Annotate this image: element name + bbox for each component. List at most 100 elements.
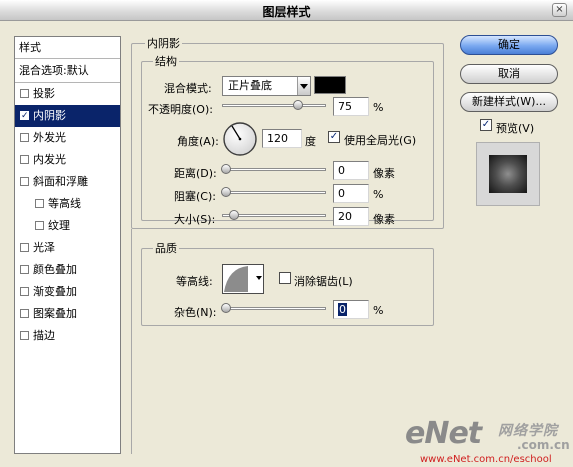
style-list-item-label: 图案叠加: [33, 307, 77, 320]
angle-input[interactable]: 120: [262, 129, 302, 148]
distance-input[interactable]: 0: [333, 161, 369, 180]
choke-input[interactable]: 0: [333, 184, 369, 203]
panel-left-border: [131, 229, 132, 454]
style-list-item-label: 颜色叠加: [33, 263, 77, 276]
watermark-dotcom: .com.cn: [517, 438, 570, 452]
style-list-item-label: 渐变叠加: [33, 285, 77, 298]
watermark-url: www.eNet.com.cn/eschool: [420, 454, 552, 465]
noise-slider-track: [222, 307, 326, 310]
choke-label: 阻塞(C):: [174, 190, 216, 203]
style-list-item[interactable]: 渐变叠加: [15, 281, 120, 303]
size-input[interactable]: 20: [333, 207, 369, 226]
style-list-item-label: 内发光: [33, 153, 66, 166]
anti-alias-checkbox[interactable]: [279, 272, 291, 284]
style-list-item[interactable]: 纹理: [15, 215, 120, 237]
style-list-item[interactable]: 内发光: [15, 149, 120, 171]
style-list-item[interactable]: 投影: [15, 83, 120, 105]
noise-slider[interactable]: [221, 302, 326, 314]
style-list-item-label: 内阴影: [33, 109, 66, 122]
angle-unit: 度: [305, 135, 316, 148]
choke-slider[interactable]: [221, 186, 326, 198]
blend-mode-select[interactable]: 正片叠底: [222, 76, 311, 96]
size-slider-thumb[interactable]: [228, 210, 239, 220]
style-list-item-checkbox[interactable]: [20, 331, 29, 340]
style-preview: [476, 142, 540, 206]
watermark-brand: eNet: [405, 416, 482, 451]
style-list-item-checkbox[interactable]: [20, 89, 29, 98]
ok-button[interactable]: 确定: [460, 35, 558, 55]
style-list-item[interactable]: 光泽: [15, 237, 120, 259]
noise-slider-thumb[interactable]: [221, 303, 231, 313]
noise-label: 杂色(N):: [174, 306, 217, 319]
opacity-slider[interactable]: [222, 99, 326, 111]
style-list-item-checkbox[interactable]: [20, 155, 29, 164]
size-slider[interactable]: [222, 209, 326, 221]
style-list-item[interactable]: ✓ 内阴影: [15, 105, 120, 127]
style-list-item-checkbox[interactable]: [20, 265, 29, 274]
cancel-button[interactable]: 取消: [460, 64, 558, 84]
distance-slider[interactable]: [221, 163, 326, 175]
style-list-item[interactable]: 图案叠加: [15, 303, 120, 325]
style-list-item-label: 斜面和浮雕: [33, 175, 88, 188]
style-list-item[interactable]: 等高线: [15, 193, 120, 215]
distance-slider-thumb[interactable]: [221, 164, 231, 174]
style-list-item-checkbox[interactable]: [20, 177, 29, 186]
anti-alias-label[interactable]: 消除锯齿(L): [294, 273, 353, 289]
global-light-label[interactable]: 使用全局光(G): [344, 132, 416, 148]
noise-unit: %: [373, 304, 384, 317]
style-list-item-checkbox[interactable]: [20, 287, 29, 296]
style-list-header[interactable]: 样式: [15, 37, 120, 59]
style-list-item-label: 外发光: [33, 131, 66, 144]
style-list-item-label: 光泽: [33, 241, 55, 254]
preview-label[interactable]: 预览(V): [496, 120, 534, 136]
style-list-item-checkbox[interactable]: [20, 243, 29, 252]
style-list-item-label: 描边: [33, 329, 55, 342]
style-list-item-checkbox[interactable]: [35, 221, 44, 230]
choke-unit: %: [373, 188, 384, 201]
opacity-input[interactable]: 75: [333, 97, 369, 116]
style-list-item[interactable]: 颜色叠加: [15, 259, 120, 281]
angle-label: 角度(A):: [177, 135, 219, 148]
contour-picker[interactable]: [222, 264, 264, 294]
noise-input[interactable]: 0: [333, 300, 369, 319]
enet-watermark: eNet 网络学院 .com.cn www.eNet.com.cn/eschoo…: [405, 414, 573, 467]
blend-options-label: 混合选项:默认: [19, 64, 89, 77]
shadow-color-swatch[interactable]: [314, 76, 346, 94]
blend-mode-value: 正片叠底: [228, 79, 272, 92]
contour-dropdown-arrow-icon: [256, 276, 262, 280]
opacity-unit: %: [373, 101, 384, 114]
chevron-down-icon: [297, 77, 310, 95]
style-list-item-checkbox[interactable]: ✓: [20, 111, 29, 121]
size-unit: 像素: [373, 213, 395, 226]
size-label: 大小(S):: [174, 213, 216, 226]
opacity-label: 不透明度(O):: [148, 103, 213, 116]
quality-title: 品质: [153, 240, 179, 256]
title-bar: 图层样式 ×: [0, 0, 573, 21]
style-list-item-checkbox[interactable]: [20, 133, 29, 142]
style-list-item-checkbox[interactable]: [35, 199, 44, 208]
style-list-item[interactable]: 外发光: [15, 127, 120, 149]
choke-slider-thumb[interactable]: [221, 187, 231, 197]
style-list-item-label: 纹理: [48, 219, 70, 232]
watermark-side-text: 网络学院: [498, 423, 558, 439]
noise-value-selected: 0: [338, 303, 347, 316]
choke-slider-track: [222, 191, 326, 194]
distance-slider-track: [222, 168, 326, 171]
style-list-item-checkbox[interactable]: [20, 309, 29, 318]
style-list-item[interactable]: 斜面和浮雕: [15, 171, 120, 193]
blend-options-default[interactable]: 混合选项:默认: [15, 59, 120, 83]
structure-title: 结构: [153, 53, 179, 69]
contour-label: 等高线:: [176, 275, 213, 288]
style-list-item-label: 等高线: [48, 197, 81, 210]
opacity-slider-track: [222, 104, 326, 107]
preview-checkbox[interactable]: ✓: [480, 119, 492, 131]
global-light-checkbox[interactable]: ✓: [328, 131, 340, 143]
style-list-header-label: 样式: [19, 41, 41, 54]
angle-dial[interactable]: [222, 121, 258, 157]
dialog-title: 图层样式: [262, 5, 311, 19]
opacity-slider-thumb[interactable]: [293, 100, 303, 110]
new-style-button[interactable]: 新建样式(W)...: [460, 92, 558, 112]
close-button[interactable]: ×: [552, 3, 567, 17]
distance-unit: 像素: [373, 167, 395, 180]
style-list-item[interactable]: 描边: [15, 325, 120, 347]
